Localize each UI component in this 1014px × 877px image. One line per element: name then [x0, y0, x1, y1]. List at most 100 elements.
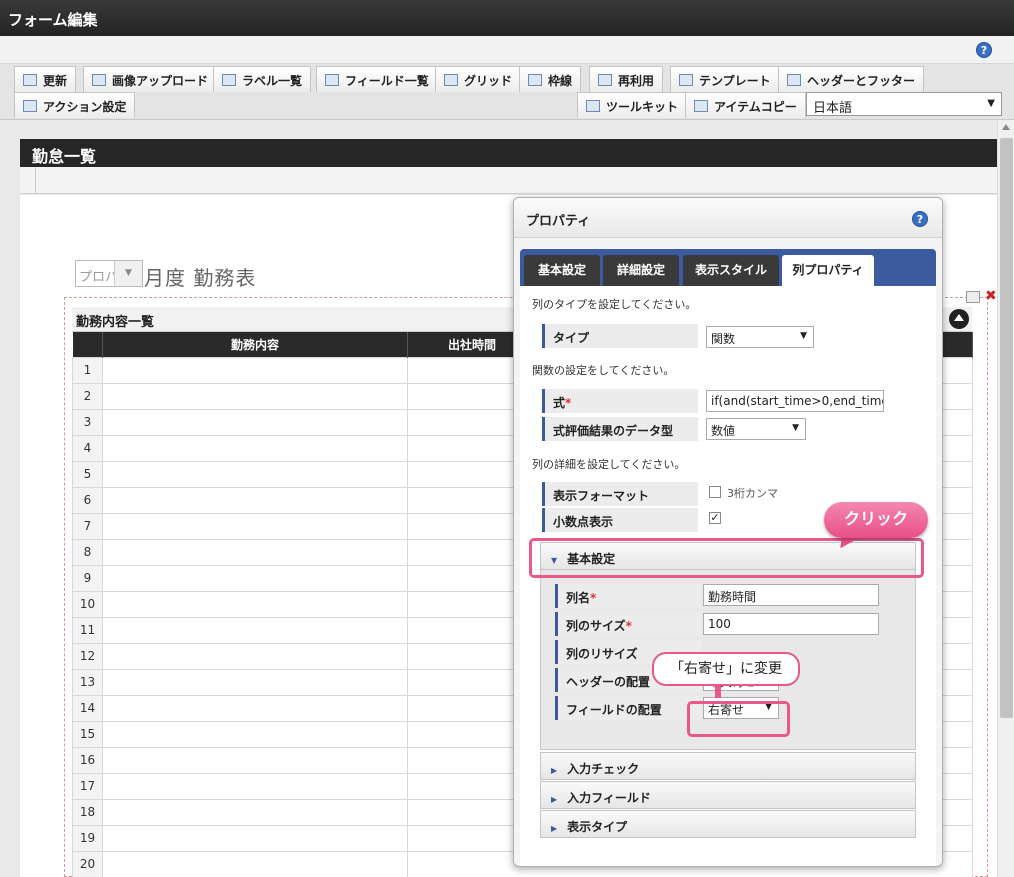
form-title: 勤怠一覧	[20, 139, 997, 167]
row-number: 12	[72, 642, 103, 670]
chevron-down-icon: ▼	[792, 423, 799, 433]
cell-work[interactable]	[102, 694, 408, 722]
vertical-scrollbar[interactable]	[997, 120, 1014, 877]
cell-work[interactable]	[102, 668, 408, 696]
template-button[interactable]: テンプレート	[670, 66, 780, 92]
thousands-comma-checkbox[interactable]	[709, 486, 721, 498]
month-label: 月度 勤務表	[144, 266, 257, 290]
grid-settings-icon[interactable]	[966, 291, 980, 303]
month-combo[interactable]: プロパ ▼	[75, 260, 143, 287]
label-list-icon	[222, 74, 236, 86]
field-list-icon	[325, 74, 339, 86]
column-header-work[interactable]: 勤務内容	[102, 332, 408, 357]
header-footer-icon	[787, 74, 801, 86]
reuse-icon	[598, 74, 612, 86]
tab-column-properties[interactable]: 列プロパティ	[782, 255, 874, 286]
properties-tabs: 基本設定 詳細設定 表示スタイル 列プロパティ	[520, 249, 936, 286]
cell-work[interactable]	[102, 356, 408, 384]
triangle-right-icon: ▶	[551, 766, 558, 775]
dropdown-icon[interactable]: ▼	[114, 261, 142, 286]
thousands-comma-label: 3桁カンマ	[727, 487, 778, 500]
formula-label: 式*	[542, 389, 698, 413]
help-icon[interactable]: ?	[912, 211, 928, 227]
row-number: 6	[72, 486, 103, 514]
change-callout: 「右寄せ」に変更	[652, 652, 800, 686]
result-type-select[interactable]: 数値 ▼	[706, 418, 806, 440]
tab-detail[interactable]: 詳細設定	[603, 255, 679, 286]
row-number: 10	[72, 590, 103, 618]
cell-work[interactable]	[102, 746, 408, 774]
scroll-thumb[interactable]	[1000, 138, 1013, 718]
row-number: 13	[72, 668, 103, 696]
cell-work[interactable]	[102, 486, 408, 514]
change-bubble-tail	[715, 684, 721, 698]
cell-work[interactable]	[102, 850, 408, 877]
help-bar: ?	[0, 36, 1014, 64]
tab-display-style[interactable]: 表示スタイル	[683, 255, 779, 286]
grid-button[interactable]: グリッド	[435, 66, 522, 92]
column-name-label: 列名*	[555, 584, 701, 608]
cell-work[interactable]	[102, 408, 408, 436]
border-button[interactable]: 枠線	[519, 66, 582, 92]
scroll-up-icon[interactable]	[1002, 124, 1010, 130]
formula-input[interactable]: if(and(start_time>0,end_time>0	[706, 390, 884, 412]
cell-work[interactable]	[102, 590, 408, 618]
display-format-label: 表示フォーマット	[542, 482, 698, 506]
note-type: 列のタイプを設定してください。	[532, 298, 697, 311]
row-number: 16	[72, 746, 103, 774]
cell-work[interactable]	[102, 512, 408, 540]
toolkit-button[interactable]: ツールキット	[577, 92, 688, 118]
cell-work[interactable]	[102, 772, 408, 800]
collapse-up-icon[interactable]	[949, 309, 969, 329]
cell-work[interactable]	[102, 382, 408, 410]
window-title: フォーム編集	[0, 0, 1014, 36]
column-size-input[interactable]: 100	[703, 613, 879, 635]
header-footer-button[interactable]: ヘッダーとフッター	[778, 66, 925, 92]
highlight-basic-section	[529, 538, 924, 578]
cell-work[interactable]	[102, 720, 408, 748]
accordion-input-check[interactable]: ▶ 入力チェック	[540, 752, 916, 780]
highlight-field-align	[687, 701, 790, 737]
toolbox-icon	[586, 100, 600, 112]
cell-work[interactable]	[102, 538, 408, 566]
image-upload-button[interactable]: 画像アップロード	[83, 66, 218, 92]
cell-work[interactable]	[102, 564, 408, 592]
update-button[interactable]: 更新	[14, 66, 77, 92]
type-select[interactable]: 関数 ▼	[706, 326, 814, 348]
grid-icon	[444, 74, 458, 86]
reuse-button[interactable]: 再利用	[589, 66, 664, 92]
action-icon	[23, 100, 37, 112]
cell-work[interactable]	[102, 434, 408, 462]
triangle-right-icon: ▶	[551, 795, 558, 804]
accordion-display-type[interactable]: ▶ 表示タイプ	[540, 810, 916, 838]
cell-work[interactable]	[102, 460, 408, 488]
column-size-label: 列のサイズ*	[555, 612, 701, 636]
row-number: 9	[72, 564, 103, 592]
decimal-label: 小数点表示	[542, 508, 698, 532]
column-name-input[interactable]: 勤務時間	[703, 584, 879, 606]
item-copy-button[interactable]: アイテムコピー	[685, 92, 806, 118]
cell-work[interactable]	[102, 616, 408, 644]
cell-work[interactable]	[102, 642, 408, 670]
row-number: 18	[72, 798, 103, 826]
row-number-header	[72, 332, 103, 357]
properties-title: プロパティ ?	[514, 198, 942, 238]
delete-icon[interactable]: ✖	[985, 288, 997, 304]
help-icon[interactable]: ?	[976, 42, 992, 58]
language-select[interactable]: 日本語 ▼	[806, 92, 1002, 116]
row-number: 2	[72, 382, 103, 410]
decimal-checkbox[interactable]: ✓	[709, 512, 721, 524]
action-settings-button[interactable]: アクション設定	[14, 92, 136, 118]
label-list-button[interactable]: ラベル一覧	[213, 66, 312, 92]
tab-basic[interactable]: 基本設定	[524, 255, 600, 286]
row-number: 4	[72, 434, 103, 462]
chevron-down-icon: ▼	[800, 331, 807, 341]
row-number: 1	[72, 356, 103, 384]
click-callout: クリック	[824, 502, 928, 538]
row-number: 20	[72, 850, 103, 877]
accordion-input-field[interactable]: ▶ 入力フィールド	[540, 781, 916, 809]
cell-work[interactable]	[102, 798, 408, 826]
row-number: 17	[72, 772, 103, 800]
cell-work[interactable]	[102, 824, 408, 852]
field-list-button[interactable]: フィールド一覧	[316, 66, 438, 92]
